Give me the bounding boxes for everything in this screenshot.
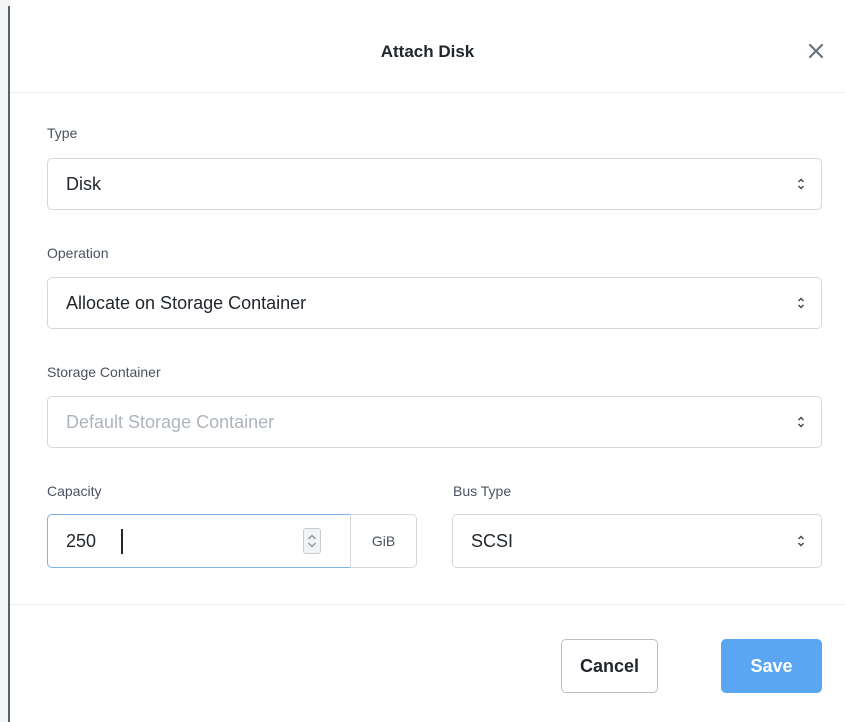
capacity-label: Capacity [47,483,102,499]
select-arrows-icon [798,535,804,547]
type-label: Type [47,125,78,141]
close-button[interactable] [803,38,829,64]
operation-select[interactable]: Allocate on Storage Container [47,277,822,329]
close-icon [808,43,824,59]
bus-type-select[interactable]: SCSI [452,514,822,568]
operation-label: Operation [47,245,109,261]
type-select-value: Disk [66,174,101,194]
capacity-input[interactable]: 250 [47,514,351,568]
stepper-arrows-icon [308,534,316,548]
save-button[interactable]: Save [721,639,822,693]
footer-divider [10,604,845,605]
page: Attach Disk Type Disk Operation Allocate… [0,0,845,722]
operation-select-value: Allocate on Storage Container [66,293,307,313]
bus-type-label: Bus Type [453,483,512,499]
text-caret [121,529,123,554]
cancel-button[interactable]: Cancel [561,639,658,693]
dialog-title: Attach Disk [380,42,475,61]
select-arrows-icon [798,178,804,190]
storage-container-placeholder: Default Storage Container [66,412,275,432]
dialog-header: Attach Disk [10,0,845,93]
capacity-input-value: 250 [66,531,97,551]
select-arrows-icon [798,416,804,428]
capacity-unit: GiB [350,514,417,568]
select-arrows-icon [798,297,804,309]
type-select[interactable]: Disk [47,158,822,210]
attach-disk-dialog: Attach Disk Type Disk Operation Allocate… [10,0,845,722]
capacity-stepper[interactable] [303,528,321,554]
storage-container-select[interactable]: Default Storage Container [47,396,822,448]
bus-type-select-value: SCSI [471,531,514,551]
storage-container-label: Storage Container [47,364,161,380]
